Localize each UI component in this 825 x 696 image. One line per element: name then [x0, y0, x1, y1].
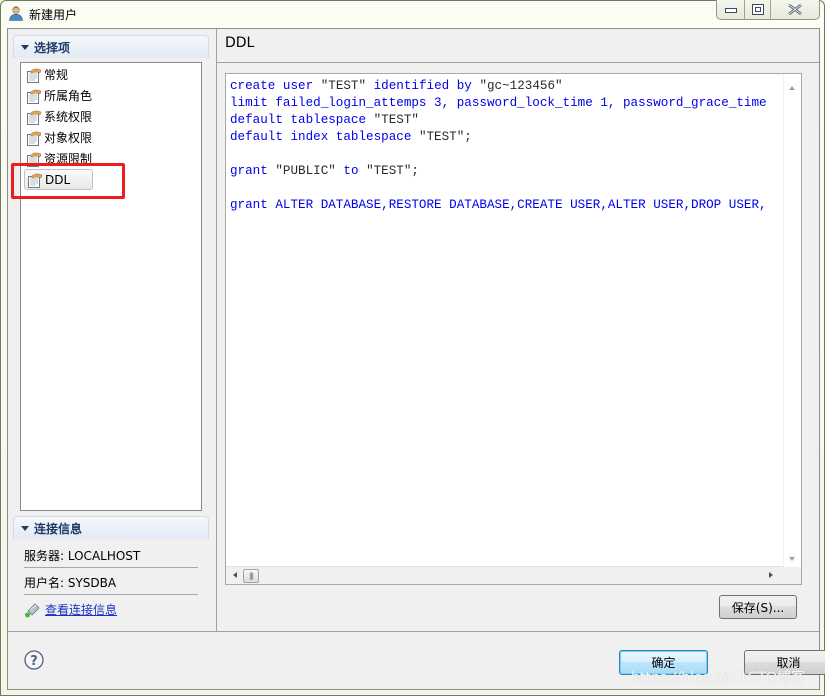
ddl-keyword: grant ALTER DATABASE,RESTORE DATABASE,CR… — [230, 198, 767, 212]
divider — [217, 62, 819, 63]
ddl-string: "TEST"; — [418, 130, 472, 144]
tree-item-label: 系统权限 — [44, 110, 93, 124]
tree-item-object-privileges[interactable]: 对象权限 — [26, 128, 92, 147]
navigation-tree: 常规 所属角色 系统权限 对象权限 资源限制 DDL — [20, 62, 202, 511]
page-hand-icon — [27, 110, 42, 125]
view-connection-info-text[interactable]: 查看连接信息 — [45, 601, 117, 618]
minimize-button[interactable] — [717, 0, 745, 19]
selection-section-title: 选择项 — [34, 41, 71, 55]
user-icon — [9, 6, 23, 21]
scroll-thumb[interactable]: ||| — [243, 569, 259, 583]
ddl-keyword: default tablespace — [230, 113, 374, 127]
vertical-scrollbar[interactable] — [783, 74, 801, 567]
annotation-highlight-box — [11, 163, 125, 199]
save-button[interactable]: 保存(S)... — [719, 595, 797, 619]
svg-text:?: ? — [30, 654, 38, 669]
connection-plug-icon — [25, 603, 40, 617]
window-controls — [716, 0, 820, 20]
divider — [8, 631, 819, 632]
ddl-line: default tablespace "TEST" — [230, 113, 419, 127]
divider — [24, 567, 198, 568]
selection-section-header[interactable]: 选择项 — [13, 35, 209, 58]
horizontal-scrollbar[interactable]: ||| — [226, 566, 784, 584]
server-label: 服务器: LOCALHOST — [24, 549, 141, 563]
ddl-keyword: grant — [230, 164, 276, 178]
scroll-right-arrow-icon[interactable] — [769, 572, 773, 578]
maximize-button[interactable] — [745, 0, 771, 19]
scroll-up-arrow-icon[interactable] — [789, 86, 795, 90]
window-title: 新建用户 — [29, 8, 78, 22]
ddl-string: "gc~123456" — [479, 79, 563, 93]
tree-item-roles[interactable]: 所属角色 — [26, 86, 92, 105]
ddl-line: create user "TEST" identified by "gc~123… — [230, 79, 563, 93]
ddl-string: "TEST" — [373, 113, 419, 127]
ddl-line: limit failed_login_attemps 3, password_l… — [230, 96, 767, 110]
ddl-keyword: create user — [230, 79, 321, 93]
connection-info-panel: 服务器: LOCALHOST 用户名: SYSDBA 查看连接信息 — [13, 538, 207, 630]
tree-item-label: 常规 — [44, 68, 69, 82]
right-pane: DDL create user "TEST" identified by "gc… — [217, 29, 819, 631]
divider — [24, 594, 198, 595]
ddl-code: create user "TEST" identified by "gc~123… — [230, 78, 767, 214]
ddl-keyword: limit failed_login_attemps 3, password_l… — [230, 96, 767, 110]
page-title: DDL — [225, 35, 255, 51]
help-icon[interactable]: ? — [24, 650, 44, 670]
ddl-text-area[interactable]: create user "TEST" identified by "gc~123… — [225, 73, 802, 585]
close-icon — [788, 4, 802, 15]
page-hand-icon — [27, 89, 42, 104]
left-pane: 选择项 常规 所属角色 系统权限 对象权限 资源限制 DDL 连接信息 服务器:… — [8, 29, 217, 631]
maximize-icon — [751, 4, 764, 15]
view-connection-info-link[interactable]: 查看连接信息 — [24, 601, 117, 618]
ddl-keyword: identified by — [366, 79, 480, 93]
collapse-triangle-icon — [21, 45, 29, 50]
ddl-line: default index tablespace "TEST"; — [230, 130, 472, 144]
scrollbar-corner — [784, 567, 801, 584]
tree-item-label: 对象权限 — [44, 131, 93, 145]
ddl-string: "TEST" — [320, 79, 367, 93]
page-hand-icon — [27, 131, 42, 146]
title-bar: 新建用户 — [0, 0, 825, 28]
close-button[interactable] — [771, 0, 819, 19]
tree-item-label: 所属角色 — [44, 89, 93, 103]
connection-section-title: 连接信息 — [34, 522, 83, 536]
dialog-client-area: 选择项 常规 所属角色 系统权限 对象权限 资源限制 DDL 连接信息 服务器:… — [7, 28, 825, 690]
ddl-keyword: to — [335, 164, 367, 178]
tree-item-general[interactable]: 常规 — [26, 65, 68, 84]
ddl-keyword: default index tablespace — [230, 130, 419, 144]
connection-section-header[interactable]: 连接信息 — [13, 516, 209, 539]
minimize-icon — [724, 7, 737, 13]
scroll-left-arrow-icon[interactable] — [233, 572, 237, 578]
ddl-string: "PUBLIC" — [275, 164, 336, 178]
collapse-triangle-icon — [21, 526, 29, 531]
page-hand-icon — [27, 68, 42, 83]
scroll-down-arrow-icon[interactable] — [789, 557, 795, 561]
ddl-line: grant ALTER DATABASE,RESTORE DATABASE,CR… — [230, 198, 767, 212]
tree-item-system-privileges[interactable]: 系统权限 — [26, 107, 92, 126]
ddl-string: "TEST"; — [366, 164, 419, 178]
ddl-line: grant "PUBLIC" to "TEST"; — [230, 164, 419, 178]
username-label: 用户名: SYSDBA — [24, 576, 117, 590]
watermark-text: https://blog.@51CTO博客 — [631, 670, 806, 686]
